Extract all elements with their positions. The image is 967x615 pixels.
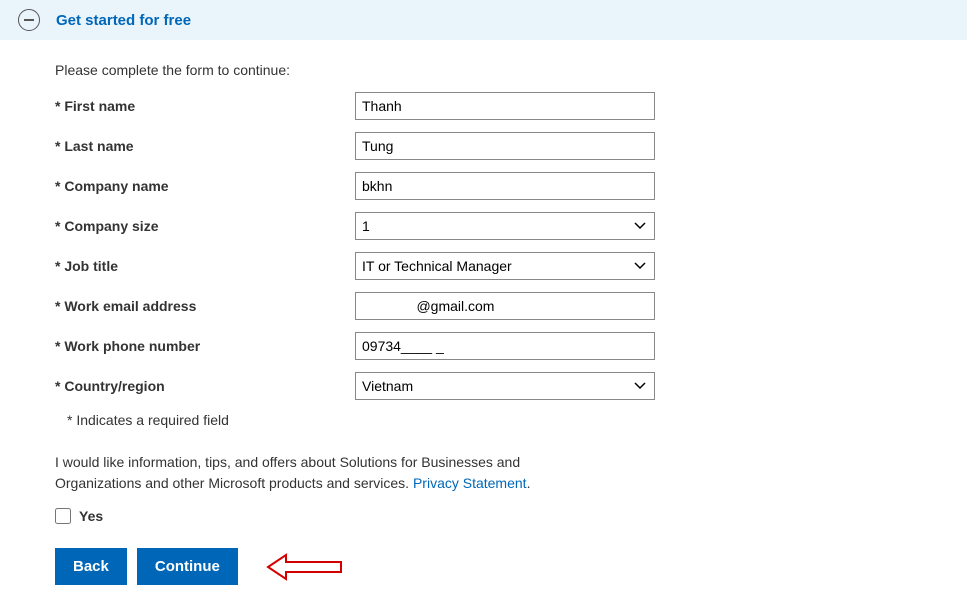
privacy-link[interactable]: Privacy Statement xyxy=(413,475,527,491)
label-company-name: * Company name xyxy=(55,178,355,194)
country-select[interactable]: Vietnam xyxy=(355,372,655,400)
intro-text: Please complete the form to continue: xyxy=(55,62,885,78)
first-name-input[interactable] xyxy=(355,92,655,120)
label-first-name: * First name xyxy=(55,98,355,114)
job-title-select[interactable]: IT or Technical Manager xyxy=(355,252,655,280)
continue-button[interactable]: Continue xyxy=(137,548,238,585)
required-note: * Indicates a required field xyxy=(67,412,885,428)
header-title: Get started for free xyxy=(56,12,191,29)
label-job-title: * Job title xyxy=(55,258,355,274)
work-phone-input[interactable] xyxy=(355,332,655,360)
consent-checkbox[interactable] xyxy=(55,508,71,524)
work-email-input[interactable] xyxy=(355,292,655,320)
label-company-size: * Company size xyxy=(55,218,355,234)
company-name-input[interactable] xyxy=(355,172,655,200)
label-country: * Country/region xyxy=(55,378,355,394)
consent-checkbox-label: Yes xyxy=(79,508,103,524)
consent-text: I would like information, tips, and offe… xyxy=(55,452,595,494)
form-content: Please complete the form to continue: * … xyxy=(0,40,940,615)
label-work-phone: * Work phone number xyxy=(55,338,355,354)
back-button[interactable]: Back xyxy=(55,548,127,585)
collapse-icon[interactable] xyxy=(18,9,40,31)
header-bar: Get started for free xyxy=(0,0,967,40)
label-work-email: * Work email address xyxy=(55,298,355,314)
label-last-name: * Last name xyxy=(55,138,355,154)
annotation-arrow-icon xyxy=(266,552,346,582)
last-name-input[interactable] xyxy=(355,132,655,160)
company-size-select[interactable]: 1 xyxy=(355,212,655,240)
